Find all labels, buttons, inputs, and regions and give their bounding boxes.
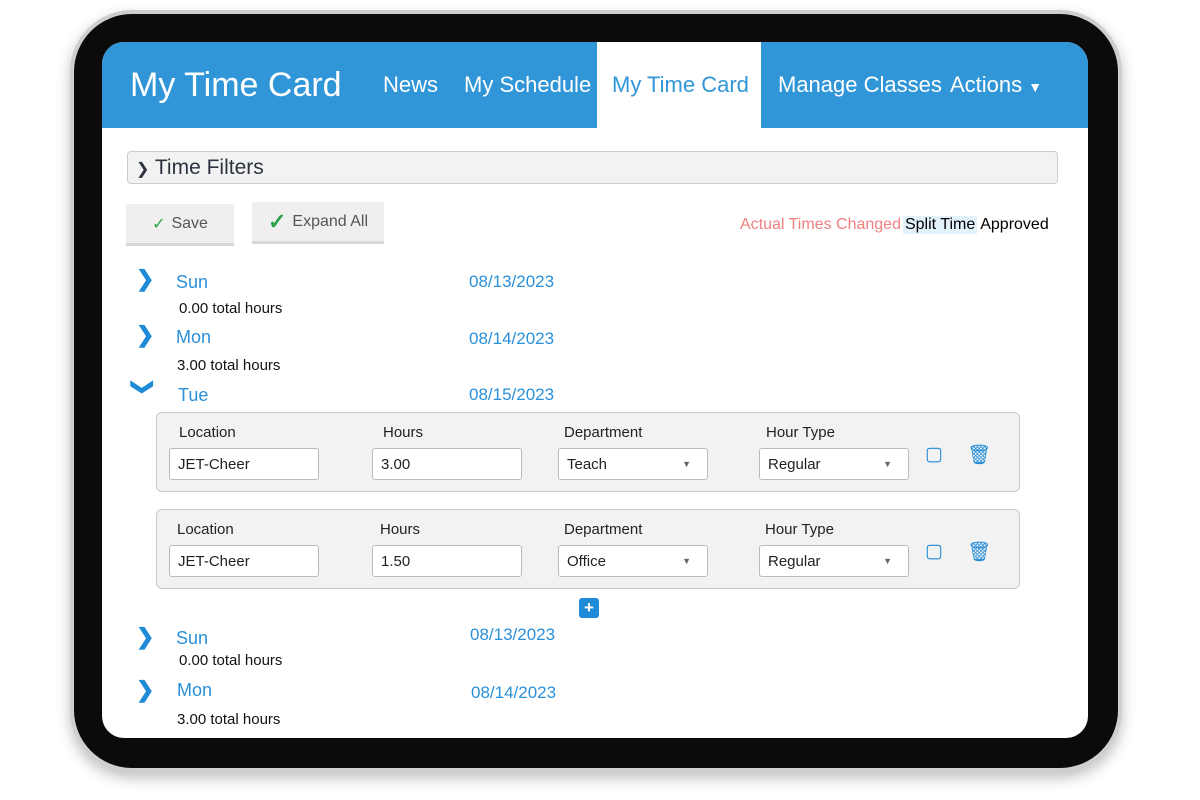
day-name: Mon	[176, 327, 212, 347]
day-name: Sun	[176, 628, 209, 648]
day-total: 3.00 total hours	[177, 711, 281, 728]
status-legend: Actual Times Changed Split Time Approved	[740, 216, 1049, 234]
check-icon: ✓	[267, 208, 287, 234]
time-filters-label: Time Filters	[154, 156, 264, 179]
day-total: 3.00 total hours	[177, 357, 281, 374]
nav-actions[interactable]: Actions ▼	[950, 72, 1042, 98]
day-date: 08/13/2023	[469, 272, 555, 291]
nav-manage-classes[interactable]: Manage Classes	[778, 72, 942, 98]
expand-all-label: Expand All	[292, 212, 369, 230]
save-label: Save	[171, 214, 208, 232]
trash-icon[interactable]: 🗑	[967, 540, 991, 564]
day-name: Sun	[176, 272, 209, 292]
hour-type-select[interactable]: Regular	[759, 545, 909, 577]
nav-actions-label: Actions	[950, 72, 1023, 97]
trash-icon[interactable]: 🗑	[967, 443, 991, 467]
legend-approved: Approved	[980, 216, 1049, 233]
expand-day-chevron-icon[interactable]: ❯	[136, 322, 154, 348]
add-entry-button[interactable]: +	[579, 598, 599, 618]
note-icon[interactable]: ▢	[925, 443, 943, 466]
department-label: Department	[564, 521, 643, 538]
collapse-day-chevron-icon[interactable]: ❯	[130, 378, 156, 396]
note-icon[interactable]: ▢	[925, 540, 943, 563]
location-input[interactable]: JET-Cheer	[169, 448, 319, 480]
check-icon: ✓	[152, 215, 166, 233]
legend-split: Split Time	[902, 216, 978, 234]
hour-type-label: Hour Type	[765, 521, 834, 538]
department-select[interactable]: Teach	[558, 448, 708, 480]
department-select[interactable]: Office	[558, 545, 708, 577]
app-title: My Time Card	[130, 66, 342, 104]
location-label: Location	[179, 424, 236, 441]
department-label: Department	[564, 424, 643, 441]
save-button[interactable]: ✓ Save	[126, 204, 234, 246]
day-total: 0.00 total hours	[179, 652, 283, 669]
nav-my-time-card[interactable]: My Time Card	[612, 72, 749, 98]
day-total: 0.00 total hours	[179, 300, 283, 317]
time-entry: Location Hours Department Hour Type JET-…	[156, 412, 1020, 492]
hour-type-select[interactable]: Regular	[759, 448, 909, 480]
top-nav: My Time Card News My Schedule My Time Ca…	[102, 42, 1088, 128]
expand-day-chevron-icon[interactable]: ❯	[136, 677, 154, 703]
expand-day-chevron-icon[interactable]: ❯	[136, 624, 154, 650]
hours-label: Hours	[380, 521, 421, 538]
hours-input[interactable]: 1.50	[372, 545, 522, 577]
chevron-right-icon: ❯	[136, 161, 150, 178]
nav-my-schedule[interactable]: My Schedule	[464, 72, 591, 98]
day-date: 08/14/2023	[469, 329, 555, 348]
day-name: Mon	[177, 680, 213, 700]
hours-input[interactable]: 3.00	[372, 448, 522, 480]
caret-down-icon: ▼	[1028, 79, 1043, 95]
location-label: Location	[177, 521, 234, 538]
nav-news[interactable]: News	[383, 72, 438, 98]
expand-all-button[interactable]: ✓ Expand All	[252, 202, 384, 244]
day-date: 08/15/2023	[469, 385, 555, 404]
time-entry: Location Hours Department Hour Type JET-…	[156, 509, 1020, 589]
day-name: Tue	[178, 385, 209, 405]
location-input[interactable]: JET-Cheer	[169, 545, 319, 577]
day-date: 08/13/2023	[470, 625, 556, 644]
time-filters-toggle[interactable]: ❯ Time Filters	[127, 151, 1058, 184]
expand-day-chevron-icon[interactable]: ❯	[136, 266, 154, 292]
hours-label: Hours	[383, 424, 424, 441]
screen: My Time Card News My Schedule My Time Ca…	[102, 42, 1088, 738]
hour-type-label: Hour Type	[766, 424, 835, 441]
day-date: 08/14/2023	[471, 683, 557, 702]
legend-changed: Actual Times Changed	[740, 216, 901, 233]
